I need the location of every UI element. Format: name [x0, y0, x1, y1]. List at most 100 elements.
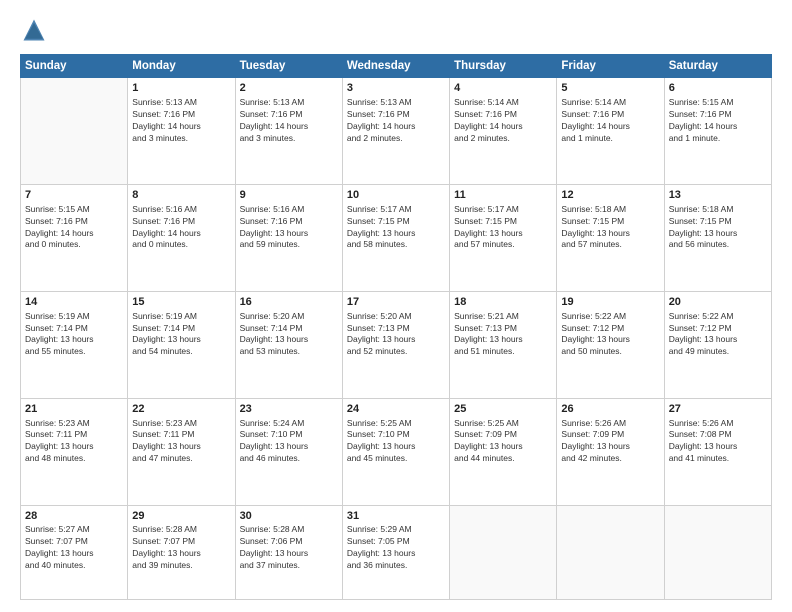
calendar-cell: 3Sunrise: 5:13 AM Sunset: 7:16 PM Daylig…: [342, 78, 449, 185]
calendar-cell: [557, 505, 664, 599]
day-info: Sunrise: 5:28 AM Sunset: 7:07 PM Dayligh…: [132, 524, 230, 572]
day-info: Sunrise: 5:26 AM Sunset: 7:08 PM Dayligh…: [669, 418, 767, 466]
calendar-cell: 8Sunrise: 5:16 AM Sunset: 7:16 PM Daylig…: [128, 184, 235, 291]
weekday-header: Wednesday: [342, 55, 449, 78]
day-number: 16: [240, 295, 338, 310]
calendar-cell: 23Sunrise: 5:24 AM Sunset: 7:10 PM Dayli…: [235, 398, 342, 505]
weekday-header: Sunday: [21, 55, 128, 78]
calendar-cell: 2Sunrise: 5:13 AM Sunset: 7:16 PM Daylig…: [235, 78, 342, 185]
week-row: 7Sunrise: 5:15 AM Sunset: 7:16 PM Daylig…: [21, 184, 772, 291]
calendar-cell: 27Sunrise: 5:26 AM Sunset: 7:08 PM Dayli…: [664, 398, 771, 505]
day-number: 2: [240, 81, 338, 96]
day-info: Sunrise: 5:20 AM Sunset: 7:14 PM Dayligh…: [240, 311, 338, 359]
day-number: 21: [25, 402, 123, 417]
day-info: Sunrise: 5:17 AM Sunset: 7:15 PM Dayligh…: [347, 204, 445, 252]
calendar-cell: 21Sunrise: 5:23 AM Sunset: 7:11 PM Dayli…: [21, 398, 128, 505]
day-info: Sunrise: 5:16 AM Sunset: 7:16 PM Dayligh…: [240, 204, 338, 252]
calendar-cell: 13Sunrise: 5:18 AM Sunset: 7:15 PM Dayli…: [664, 184, 771, 291]
day-number: 17: [347, 295, 445, 310]
calendar-cell: 7Sunrise: 5:15 AM Sunset: 7:16 PM Daylig…: [21, 184, 128, 291]
day-info: Sunrise: 5:22 AM Sunset: 7:12 PM Dayligh…: [561, 311, 659, 359]
day-info: Sunrise: 5:24 AM Sunset: 7:10 PM Dayligh…: [240, 418, 338, 466]
calendar-cell: 12Sunrise: 5:18 AM Sunset: 7:15 PM Dayli…: [557, 184, 664, 291]
day-info: Sunrise: 5:15 AM Sunset: 7:16 PM Dayligh…: [669, 97, 767, 145]
weekday-header: Saturday: [664, 55, 771, 78]
day-info: Sunrise: 5:27 AM Sunset: 7:07 PM Dayligh…: [25, 524, 123, 572]
calendar-cell: 30Sunrise: 5:28 AM Sunset: 7:06 PM Dayli…: [235, 505, 342, 599]
day-info: Sunrise: 5:20 AM Sunset: 7:13 PM Dayligh…: [347, 311, 445, 359]
day-number: 11: [454, 188, 552, 203]
calendar-cell: 19Sunrise: 5:22 AM Sunset: 7:12 PM Dayli…: [557, 291, 664, 398]
calendar-cell: 15Sunrise: 5:19 AM Sunset: 7:14 PM Dayli…: [128, 291, 235, 398]
day-info: Sunrise: 5:14 AM Sunset: 7:16 PM Dayligh…: [454, 97, 552, 145]
weekday-header: Monday: [128, 55, 235, 78]
calendar-cell: 4Sunrise: 5:14 AM Sunset: 7:16 PM Daylig…: [450, 78, 557, 185]
day-number: 4: [454, 81, 552, 96]
day-number: 13: [669, 188, 767, 203]
day-info: Sunrise: 5:19 AM Sunset: 7:14 PM Dayligh…: [25, 311, 123, 359]
day-number: 9: [240, 188, 338, 203]
week-row: 1Sunrise: 5:13 AM Sunset: 7:16 PM Daylig…: [21, 78, 772, 185]
day-number: 31: [347, 509, 445, 524]
day-info: Sunrise: 5:19 AM Sunset: 7:14 PM Dayligh…: [132, 311, 230, 359]
day-number: 29: [132, 509, 230, 524]
day-number: 7: [25, 188, 123, 203]
calendar-cell: 28Sunrise: 5:27 AM Sunset: 7:07 PM Dayli…: [21, 505, 128, 599]
weekday-header: Tuesday: [235, 55, 342, 78]
calendar-cell: [21, 78, 128, 185]
day-info: Sunrise: 5:23 AM Sunset: 7:11 PM Dayligh…: [25, 418, 123, 466]
day-info: Sunrise: 5:29 AM Sunset: 7:05 PM Dayligh…: [347, 524, 445, 572]
day-number: 24: [347, 402, 445, 417]
day-number: 27: [669, 402, 767, 417]
day-number: 1: [132, 81, 230, 96]
calendar-cell: 5Sunrise: 5:14 AM Sunset: 7:16 PM Daylig…: [557, 78, 664, 185]
calendar-cell: 26Sunrise: 5:26 AM Sunset: 7:09 PM Dayli…: [557, 398, 664, 505]
day-info: Sunrise: 5:28 AM Sunset: 7:06 PM Dayligh…: [240, 524, 338, 572]
header: [20, 16, 772, 44]
day-number: 12: [561, 188, 659, 203]
day-info: Sunrise: 5:13 AM Sunset: 7:16 PM Dayligh…: [132, 97, 230, 145]
calendar-cell: [664, 505, 771, 599]
day-number: 15: [132, 295, 230, 310]
day-number: 10: [347, 188, 445, 203]
calendar-cell: 25Sunrise: 5:25 AM Sunset: 7:09 PM Dayli…: [450, 398, 557, 505]
day-info: Sunrise: 5:25 AM Sunset: 7:10 PM Dayligh…: [347, 418, 445, 466]
day-info: Sunrise: 5:26 AM Sunset: 7:09 PM Dayligh…: [561, 418, 659, 466]
day-number: 22: [132, 402, 230, 417]
calendar-cell: 31Sunrise: 5:29 AM Sunset: 7:05 PM Dayli…: [342, 505, 449, 599]
day-info: Sunrise: 5:23 AM Sunset: 7:11 PM Dayligh…: [132, 418, 230, 466]
week-row: 28Sunrise: 5:27 AM Sunset: 7:07 PM Dayli…: [21, 505, 772, 599]
day-number: 20: [669, 295, 767, 310]
calendar-cell: 20Sunrise: 5:22 AM Sunset: 7:12 PM Dayli…: [664, 291, 771, 398]
logo-icon: [20, 16, 48, 44]
day-number: 3: [347, 81, 445, 96]
day-number: 6: [669, 81, 767, 96]
week-row: 14Sunrise: 5:19 AM Sunset: 7:14 PM Dayli…: [21, 291, 772, 398]
day-info: Sunrise: 5:22 AM Sunset: 7:12 PM Dayligh…: [669, 311, 767, 359]
calendar-cell: 17Sunrise: 5:20 AM Sunset: 7:13 PM Dayli…: [342, 291, 449, 398]
calendar-cell: 22Sunrise: 5:23 AM Sunset: 7:11 PM Dayli…: [128, 398, 235, 505]
calendar-cell: 6Sunrise: 5:15 AM Sunset: 7:16 PM Daylig…: [664, 78, 771, 185]
day-info: Sunrise: 5:13 AM Sunset: 7:16 PM Dayligh…: [347, 97, 445, 145]
calendar-cell: [450, 505, 557, 599]
day-number: 14: [25, 295, 123, 310]
day-number: 18: [454, 295, 552, 310]
day-number: 30: [240, 509, 338, 524]
day-info: Sunrise: 5:18 AM Sunset: 7:15 PM Dayligh…: [669, 204, 767, 252]
day-info: Sunrise: 5:14 AM Sunset: 7:16 PM Dayligh…: [561, 97, 659, 145]
calendar-cell: 9Sunrise: 5:16 AM Sunset: 7:16 PM Daylig…: [235, 184, 342, 291]
calendar-cell: 1Sunrise: 5:13 AM Sunset: 7:16 PM Daylig…: [128, 78, 235, 185]
day-info: Sunrise: 5:21 AM Sunset: 7:13 PM Dayligh…: [454, 311, 552, 359]
day-info: Sunrise: 5:15 AM Sunset: 7:16 PM Dayligh…: [25, 204, 123, 252]
calendar-cell: 14Sunrise: 5:19 AM Sunset: 7:14 PM Dayli…: [21, 291, 128, 398]
day-number: 5: [561, 81, 659, 96]
calendar-cell: 11Sunrise: 5:17 AM Sunset: 7:15 PM Dayli…: [450, 184, 557, 291]
day-number: 28: [25, 509, 123, 524]
day-info: Sunrise: 5:17 AM Sunset: 7:15 PM Dayligh…: [454, 204, 552, 252]
day-number: 26: [561, 402, 659, 417]
weekday-header-row: SundayMondayTuesdayWednesdayThursdayFrid…: [21, 55, 772, 78]
calendar-cell: 24Sunrise: 5:25 AM Sunset: 7:10 PM Dayli…: [342, 398, 449, 505]
day-info: Sunrise: 5:16 AM Sunset: 7:16 PM Dayligh…: [132, 204, 230, 252]
day-info: Sunrise: 5:13 AM Sunset: 7:16 PM Dayligh…: [240, 97, 338, 145]
weekday-header: Thursday: [450, 55, 557, 78]
